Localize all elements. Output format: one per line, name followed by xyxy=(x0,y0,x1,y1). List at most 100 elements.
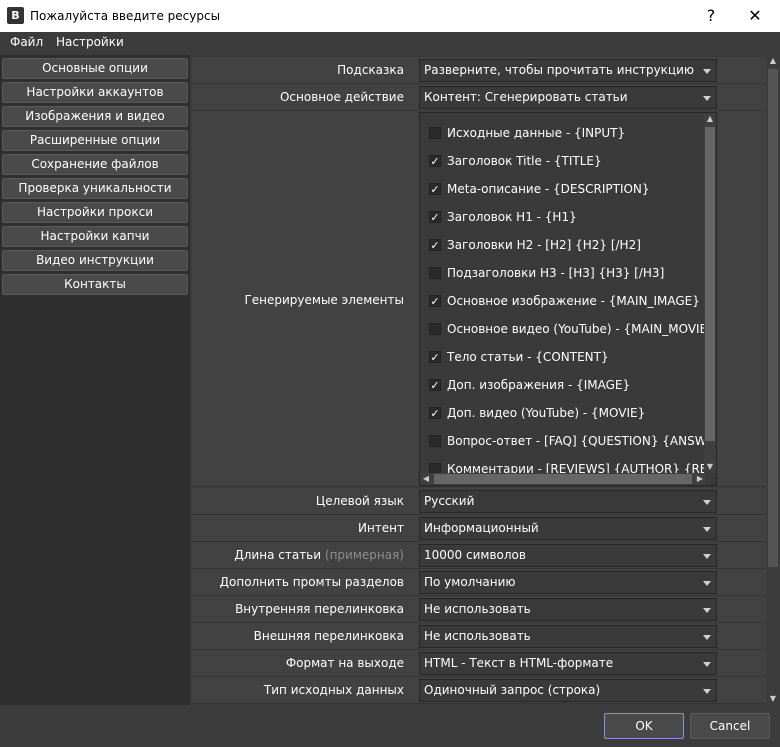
main-action-dropdown[interactable]: Контент: Сгенерировать статьи xyxy=(419,86,717,109)
checkbox[interactable]: ✓ xyxy=(429,183,441,195)
list-item-label: Доп. видео (YouTube) - {MOVIE} xyxy=(447,406,646,420)
sidebar-item-accounts[interactable]: Настройки аккаунтов xyxy=(2,82,188,103)
generated-elements-list[interactable]: Исходные данные - {INPUT} ✓ Заголовок Tit… xyxy=(419,112,717,486)
list-vertical-scrollbar[interactable]: ▲ ▼ xyxy=(704,113,716,473)
checkbox[interactable] xyxy=(429,127,441,139)
ok-button[interactable]: OK xyxy=(604,713,684,739)
label-text: Внутренняя перелинковка xyxy=(235,602,404,616)
list-item[interactable]: Подзаголовки H3 - [H3] {H3} [/H3] xyxy=(420,259,716,287)
list-item-label: Исходные данные - {INPUT} xyxy=(447,126,626,140)
sidebar-item-saving[interactable]: Сохранение файлов xyxy=(2,154,188,175)
dropdown-value: Не использовать xyxy=(424,629,531,643)
list-item[interactable]: ✓ Тело статьи - {CONTENT} xyxy=(420,343,716,371)
list-item[interactable]: ✓ Доп. изображения - {IMAGE} xyxy=(420,371,716,399)
chevron-down-icon xyxy=(703,689,711,694)
list-item-label: Тело статьи - {CONTENT} xyxy=(447,350,609,364)
checkbox[interactable] xyxy=(429,323,441,335)
menu-file[interactable]: Файл xyxy=(10,35,43,49)
chevron-down-icon xyxy=(703,69,711,74)
sidebar-item-proxy[interactable]: Настройки прокси xyxy=(2,202,188,223)
list-item-label: Основное видео (YouTube) - {MAIN_MOVIE} xyxy=(447,322,715,336)
sidebar-item-basic-options[interactable]: Основные опции xyxy=(2,58,188,79)
list-item[interactable]: Исходные данные - {INPUT} xyxy=(420,119,716,147)
form-row-section-prompts: Дополнить промты разделов По умолчанию xyxy=(192,569,766,596)
list-item[interactable]: ✓ Заголовок H1 - {H1} xyxy=(420,203,716,231)
chevron-down-icon xyxy=(703,635,711,640)
list-item[interactable]: Вопрос-ответ - [FAQ] {QUESTION} {ANSWER} xyxy=(420,427,716,455)
close-button[interactable]: ✕ xyxy=(740,4,770,28)
sidebar-item-contacts[interactable]: Контакты xyxy=(2,274,188,295)
list-item[interactable]: ✓ Заголовок Title - {TITLE} xyxy=(420,147,716,175)
form-row-target-language: Целевой язык Русский xyxy=(192,488,766,515)
checkbox[interactable]: ✓ xyxy=(429,379,441,391)
label-text: Длина статьи xyxy=(234,548,322,562)
section-prompts-dropdown[interactable]: По умолчанию xyxy=(419,571,717,594)
settings-form: Подсказка Разверните, чтобы прочитать ин… xyxy=(190,55,766,705)
list-item-label: Заголовки H2 - [H2] {H2} [/H2] xyxy=(447,238,641,252)
list-horizontal-scrollbar[interactable]: ◀ ▶ xyxy=(420,473,706,485)
app-icon: В xyxy=(7,7,24,24)
list-item-label: Заголовок Title - {TITLE} xyxy=(447,154,602,168)
scroll-thumb[interactable] xyxy=(434,474,692,484)
title-bar: В Пожалуйста введите ресурсы ? ✕ xyxy=(0,0,780,32)
list-item-label: Meta-описание - {DESCRIPTION} xyxy=(447,182,650,196)
checkbox[interactable]: ✓ xyxy=(429,239,441,251)
chevron-down-icon xyxy=(703,500,711,505)
checkbox[interactable] xyxy=(429,435,441,447)
label-text: Интент xyxy=(357,521,404,535)
internal-linking-dropdown[interactable]: Не использовать xyxy=(419,598,717,621)
scroll-thumb[interactable] xyxy=(705,127,715,441)
scroll-left-icon[interactable]: ◀ xyxy=(420,473,432,485)
menu-settings[interactable]: Настройки xyxy=(56,35,124,49)
target-language-dropdown[interactable]: Русский xyxy=(419,490,717,513)
menu-bar: Файл Настройки xyxy=(0,32,780,54)
scroll-down-icon[interactable]: ▼ xyxy=(767,693,779,705)
scroll-down-icon[interactable]: ▼ xyxy=(704,461,716,473)
article-length-dropdown[interactable]: 10000 символов xyxy=(419,544,717,567)
list-item[interactable]: ✓ Заголовки H2 - [H2] {H2} [/H2] xyxy=(420,231,716,259)
scroll-up-icon[interactable]: ▲ xyxy=(704,113,716,125)
dropdown-value: По умолчанию xyxy=(424,575,516,589)
dropdown-value: Не использовать xyxy=(424,602,531,616)
label-text: Формат на выходе xyxy=(285,656,404,670)
dropdown-value: 10000 символов xyxy=(424,548,526,562)
dropdown-value: Одиночный запрос (строка) xyxy=(424,683,601,697)
chevron-down-icon xyxy=(703,96,711,101)
form-row-article-length: Длина статьи (примерная) 10000 символов xyxy=(192,542,766,569)
label-text: Внешняя перелинковка xyxy=(253,629,404,643)
output-format-dropdown[interactable]: HTML - Текст в HTML-формате xyxy=(419,652,717,675)
list-item[interactable]: Основное видео (YouTube) - {MAIN_MOVIE} xyxy=(420,315,716,343)
label-text: Тип исходных данных xyxy=(263,683,404,697)
sidebar-item-video-guides[interactable]: Видео инструкции xyxy=(2,250,188,271)
scroll-up-icon[interactable]: ▲ xyxy=(767,55,779,67)
label-text: Целевой язык xyxy=(315,494,404,508)
checkbox[interactable]: ✓ xyxy=(429,211,441,223)
sidebar-item-advanced[interactable]: Расширенные опции xyxy=(2,130,188,151)
hint-dropdown[interactable]: Разверните, чтобы прочитать инструкцию xyxy=(419,59,717,82)
list-item[interactable]: ✓ Основное изображение - {MAIN_IMAGE} xyxy=(420,287,716,315)
checkbox[interactable]: ✓ xyxy=(429,295,441,307)
list-item-label: Подзаголовки H3 - [H3] {H3} [/H3] xyxy=(447,266,665,280)
external-linking-dropdown[interactable]: Не использовать xyxy=(419,625,717,648)
input-type-dropdown[interactable]: Одиночный запрос (строка) xyxy=(419,679,717,702)
list-item[interactable]: ✓ Meta-описание - {DESCRIPTION} xyxy=(420,175,716,203)
scroll-right-icon[interactable]: ▶ xyxy=(694,473,706,485)
dropdown-value: Информационный xyxy=(424,521,539,535)
checkbox[interactable]: ✓ xyxy=(429,351,441,363)
sidebar-item-images-video[interactable]: Изображения и видео xyxy=(2,106,188,127)
sidebar-item-uniqueness[interactable]: Проверка уникальности xyxy=(2,178,188,199)
form-scrollbar[interactable]: ▲ ▼ xyxy=(766,55,780,705)
field-label: Основное действие xyxy=(279,90,404,104)
checkbox[interactable]: ✓ xyxy=(429,407,441,419)
help-button[interactable]: ? xyxy=(696,4,726,28)
intent-dropdown[interactable]: Информационный xyxy=(419,517,717,540)
checkbox[interactable] xyxy=(429,267,441,279)
sidebar-item-captcha[interactable]: Настройки капчи xyxy=(2,226,188,247)
dropdown-value: Разверните, чтобы прочитать инструкцию xyxy=(424,63,694,77)
scroll-thumb[interactable] xyxy=(768,69,778,567)
form-row-generated-elements: Генерируемые элементы Исходные данные - … xyxy=(192,111,766,487)
cancel-button[interactable]: Cancel xyxy=(690,713,770,739)
checkbox[interactable]: ✓ xyxy=(429,155,441,167)
list-item-label: Основное изображение - {MAIN_IMAGE} xyxy=(447,294,700,308)
list-item[interactable]: ✓ Доп. видео (YouTube) - {MOVIE} xyxy=(420,399,716,427)
